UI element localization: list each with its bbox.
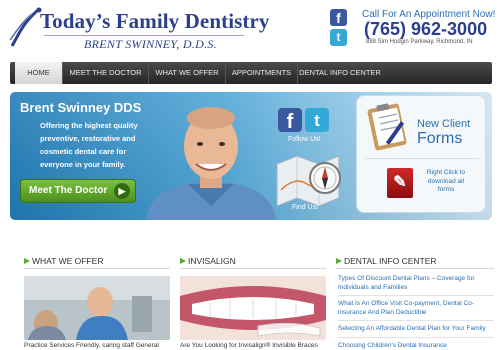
main-nav: HOME MEET THE DOCTOR WHAT WE OFFER APPOI… [10,62,492,84]
new-client-forms-card[interactable]: New Client Forms ✎ Right Click to downlo… [356,95,486,213]
site-subtitle: BRENT SWINNEY, D.D.S. [84,37,217,51]
download-forms-link[interactable]: Right Click to download all forms [421,169,471,195]
dental-info-link-list: Types Of Discount Dental Plans – Coverag… [338,273,494,350]
twitter-follow-icon[interactable]: t [305,108,329,132]
pdf-glyph: ✎ [393,174,407,191]
nav-appointments[interactable]: APPOINTMENTS [226,62,298,84]
meet-the-doctor-button[interactable]: Meet The Doctor ▶ [20,179,136,203]
bullet-arrow-icon [180,258,186,264]
column-divider [180,268,326,269]
pdf-icon[interactable]: ✎ [387,168,413,198]
doctor-photo [146,107,276,220]
bullet-arrow-icon [24,258,30,264]
forms-label: Forms [417,130,463,147]
hero-banner: Brent Swinney DDS Offering the highest q… [10,92,492,220]
what-we-offer-text: Practice Services Friendly, caring staff… [24,342,159,349]
map-compass-icon[interactable] [273,150,345,210]
nav-meet-the-doctor[interactable]: MEET THE DOCTOR [63,62,149,84]
nav-what-we-offer[interactable]: WHAT WE OFFER [149,62,226,84]
invisalign-text: Are You Looking for Invisalign® Invisibl… [180,342,318,349]
bullet-arrow-icon [336,258,342,264]
twitter-icon[interactable]: t [330,29,347,46]
follow-us-label[interactable]: Follow Us! [288,136,321,143]
clipboard-icon [367,103,407,151]
what-we-offer-photo[interactable] [24,276,170,340]
site-title[interactable]: Today’s Family Dentistry [40,9,270,34]
address: 888 Sim Hodgin Parkway, Richmond, IN [366,39,473,45]
meet-the-doctor-label: Meet The Doctor [29,185,108,196]
column-divider [24,268,170,269]
find-us-label[interactable]: Find Us! [292,204,318,211]
phone-number[interactable]: (765) 962-3000 [364,19,487,40]
facebook-icon[interactable]: f [330,9,347,26]
arrow-right-icon: ▶ [114,183,130,199]
invisalign-photo[interactable] [180,276,326,340]
logo-divider [44,35,244,36]
dental-info-link[interactable]: Selecting An Affordable Dental Plan for … [338,323,494,338]
dental-info-link[interactable]: Types Of Discount Dental Plans – Coverag… [338,273,494,296]
what-we-offer-title[interactable]: WHAT WE OFFER [32,256,103,266]
hero-title: Brent Swinney DDS [20,100,142,115]
nav-dental-info-center[interactable]: DENTAL INFO CENTER [298,62,382,84]
forms-divider [365,158,479,159]
dental-info-center-title[interactable]: DENTAL INFO CENTER [344,256,437,266]
invisalign-title[interactable]: INVISALIGN [188,256,236,266]
nav-home[interactable]: HOME [15,62,63,84]
logo-swoosh-icon [9,7,42,47]
column-divider [336,268,494,269]
new-client-label: New Client [417,118,471,130]
site-header: Today’s Family Dentistry BRENT SWINNEY, … [0,0,500,60]
dental-info-link[interactable]: Choosing Children's Dental Insurance [338,340,494,350]
facebook-follow-icon[interactable]: f [278,108,302,133]
dental-info-link[interactable]: What Is An Office Visit Co-payment, Dent… [338,298,494,321]
